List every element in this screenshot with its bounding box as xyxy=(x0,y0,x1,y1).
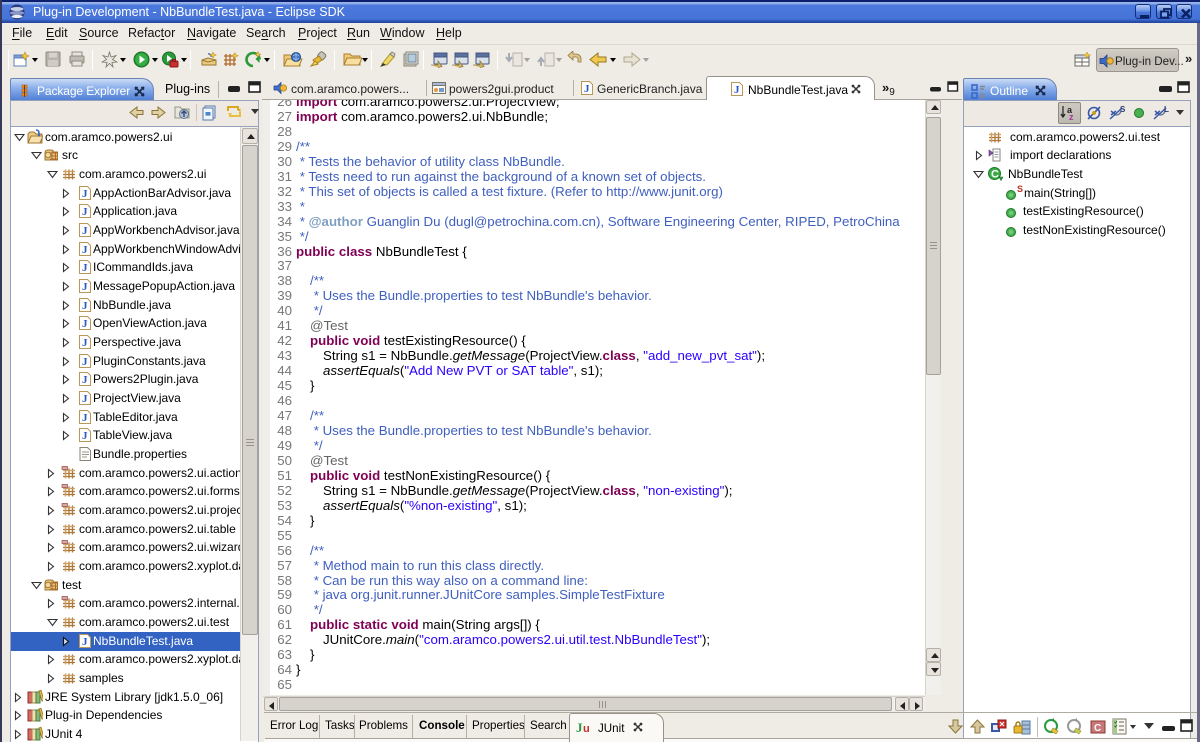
svg-text:L: L xyxy=(1164,105,1169,114)
svg-text:C: C xyxy=(1094,723,1101,734)
svg-text:S: S xyxy=(1120,105,1126,114)
svg-text:z: z xyxy=(1069,112,1074,122)
